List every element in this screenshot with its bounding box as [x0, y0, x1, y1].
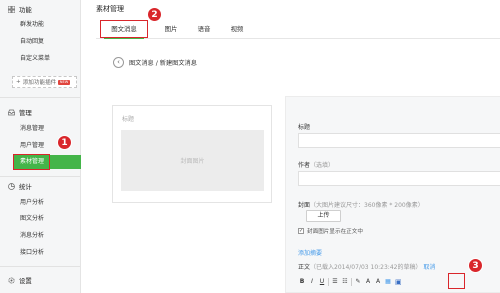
sidebar-item-article-analysis[interactable]: 图文分析 — [20, 214, 44, 223]
highlight-box-tab — [100, 20, 148, 38]
tab-video[interactable]: 视频 — [224, 20, 250, 39]
article-preview-card: 标题 封面图片 — [112, 105, 272, 203]
author-label: 作者（选填） — [298, 160, 334, 169]
author-label-text: 作者 — [298, 162, 311, 169]
author-input[interactable] — [298, 171, 500, 186]
sidebar-section-stats[interactable]: 统计 — [8, 181, 32, 191]
highlight-box-toolbar — [448, 273, 465, 289]
title-input[interactable] — [298, 133, 500, 148]
grid-icon — [8, 5, 15, 13]
breadcrumb: 图文消息 / 新建图文消息 — [129, 60, 197, 67]
tab-images[interactable]: 图片 — [158, 20, 184, 39]
sidebar-divider — [0, 176, 80, 177]
sidebar-item-messages[interactable]: 消息管理 — [20, 124, 44, 133]
checkbox-checked-icon[interactable]: ✓ — [298, 228, 304, 234]
chart-icon — [8, 182, 15, 190]
insert-media-icon[interactable]: ▣ — [394, 277, 403, 287]
font-color-button[interactable]: A — [364, 277, 372, 287]
sidebar-section-settings[interactable]: 设置 — [8, 275, 32, 285]
cancel-draft-link[interactable]: 取消 — [423, 264, 435, 271]
preview-title: 标题 — [122, 116, 135, 123]
back-arrow-icon[interactable]: ‹ — [113, 57, 124, 68]
sidebar-item-custom-menu[interactable]: 自定义菜单 — [20, 54, 50, 63]
title-label: 标题 — [298, 124, 311, 131]
cover-image-placeholder[interactable]: 封面图片 — [121, 130, 264, 191]
show-cover-checkbox-row[interactable]: ✓ 封面图片显示在正文中 — [298, 227, 363, 235]
cover-hint: （大图片建议尺寸：360像素 * 200像素） — [310, 202, 424, 209]
insert-image-button[interactable]: ▦ — [384, 277, 392, 287]
bold-button[interactable]: B — [298, 277, 306, 287]
toolbar-divider — [351, 278, 352, 286]
plus-icon: + — [16, 79, 21, 85]
sidebar-item-api-analysis[interactable]: 接口分析 — [20, 248, 44, 257]
sidebar-section-title: 设置 — [19, 276, 32, 285]
sidebar-section-title: 统计 — [19, 182, 32, 191]
highlight-color-button[interactable]: A — [374, 277, 382, 287]
sidebar-divider — [0, 97, 80, 98]
step-marker-3: 3 — [468, 258, 483, 273]
sidebar-item-users[interactable]: 用户管理 — [20, 141, 44, 150]
page-title: 素材管理 — [96, 5, 124, 13]
editor-toolbar: B I U ☰ ☷ ✎ A A ▦ ▣ — [298, 275, 500, 289]
upload-button[interactable]: 上传 — [306, 210, 341, 222]
sidebar-section-title: 功能 — [19, 5, 32, 14]
sidebar-item-message-analysis[interactable]: 消息分析 — [20, 231, 44, 240]
gear-icon — [8, 276, 15, 284]
sidebar-section-title: 管理 — [19, 108, 32, 117]
sidebar-item-user-analysis[interactable]: 用户分析 — [20, 198, 44, 207]
sidebar-item-auto-reply[interactable]: 自动回复 — [20, 37, 44, 46]
underline-button[interactable]: U — [318, 277, 326, 287]
draft-note: （已载入2014/07/03 10:23:42的草稿） — [310, 264, 422, 271]
cover-placeholder-text: 封面图片 — [180, 158, 205, 165]
body-label-row: 正文（已载入2014/07/03 10:23:42的草稿） 取消 — [298, 262, 435, 271]
toolbar-divider — [328, 278, 329, 286]
sidebar-section-manage[interactable]: 管理 — [8, 107, 32, 117]
sidebar-section-features[interactable]: 功能 — [8, 4, 32, 14]
cover-label-text: 封面 — [298, 202, 311, 209]
cover-label: 封面（大图片建议尺寸：360像素 * 200像素） — [298, 200, 424, 209]
tab-bar: 图文消息 图片 语音 视频 — [96, 20, 500, 39]
body-label: 正文 — [298, 264, 311, 271]
new-badge: NEW — [58, 79, 70, 85]
italic-button[interactable]: I — [308, 277, 316, 287]
align-button[interactable]: ☷ — [341, 277, 349, 287]
author-hint: （选填） — [310, 162, 335, 169]
sidebar-item-broadcast[interactable]: 群发功能 — [20, 20, 44, 29]
inbox-icon — [8, 109, 15, 115]
add-plugin-button[interactable]: + 添加功能插件 NEW — [12, 76, 77, 88]
list-button[interactable]: ☰ — [331, 277, 339, 287]
step-marker-1: 1 — [57, 135, 72, 150]
add-plugin-label: 添加功能插件 — [22, 80, 57, 86]
show-cover-label: 封面图片显示在正文中 — [307, 229, 363, 235]
pen-icon[interactable]: ✎ — [354, 277, 362, 287]
highlight-box-materials — [13, 154, 50, 170]
tab-voice[interactable]: 语音 — [191, 20, 217, 39]
sidebar-divider — [0, 266, 80, 267]
add-summary-link[interactable]: 添加摘要 — [298, 248, 322, 257]
